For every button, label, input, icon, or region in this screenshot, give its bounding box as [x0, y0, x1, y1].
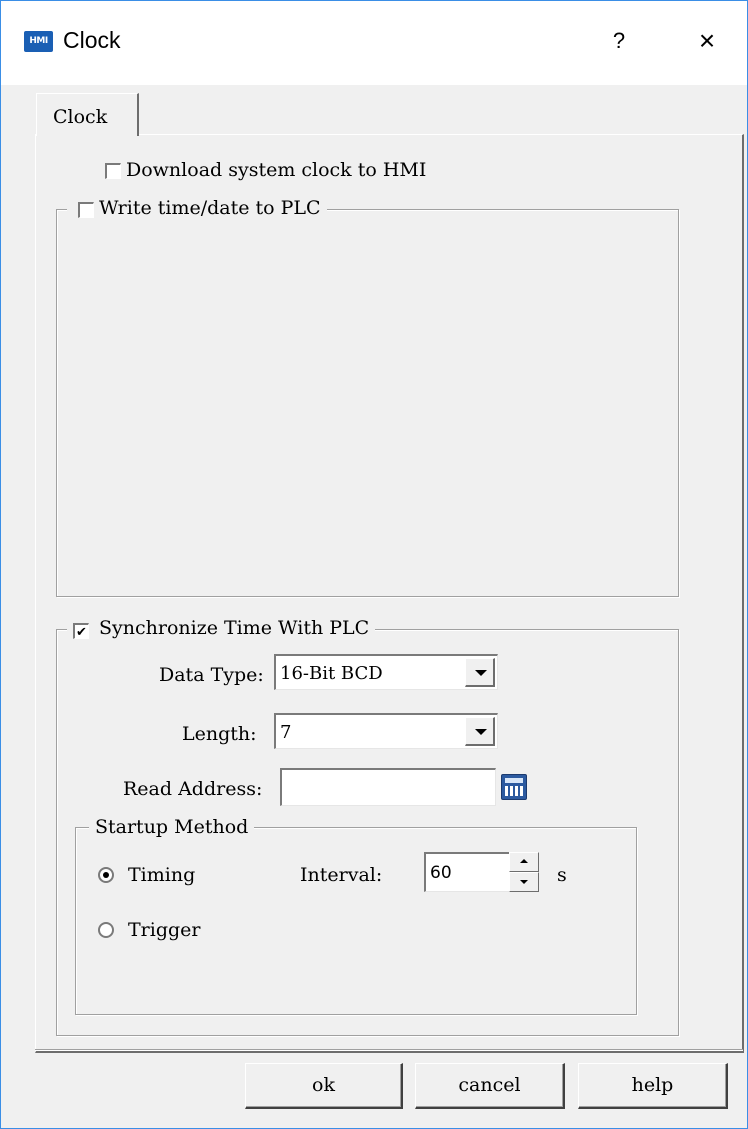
tab-label: Clock: [53, 106, 108, 128]
bottom-separator: [35, 1049, 743, 1051]
tab-clock[interactable]: Clock: [36, 93, 139, 136]
write-time-group: [56, 209, 679, 597]
hmi-app-icon: HMI: [24, 31, 53, 52]
length-value: 7: [280, 722, 292, 743]
trigger-label[interactable]: Trigger: [128, 919, 200, 941]
spin-up-icon[interactable]: [509, 852, 539, 872]
data-type-select[interactable]: 16-Bit BCD: [274, 654, 498, 690]
interval-input[interactable]: 60: [424, 852, 510, 892]
data-type-value: 16-Bit BCD: [280, 663, 383, 684]
write-time-legend: Write time/date to PLC: [67, 197, 327, 219]
title-bar[interactable]: HMI Clock ? ×: [1, 1, 747, 85]
download-clock-label[interactable]: Download system clock to HMI: [126, 159, 426, 181]
sync-time-label[interactable]: Synchronize Time With PLC: [99, 617, 369, 639]
cancel-button[interactable]: cancel: [415, 1063, 565, 1109]
help-button[interactable]: help: [578, 1063, 728, 1109]
write-time-checkbox[interactable]: [78, 202, 94, 218]
clock-dialog: HMI Clock ? × Clock Download system cloc…: [0, 0, 748, 1129]
timing-radio[interactable]: [98, 867, 114, 883]
data-type-label: Data Type:: [159, 664, 264, 686]
ok-button[interactable]: ok: [245, 1063, 403, 1109]
sync-time-legend: Synchronize Time With PLC: [67, 617, 376, 639]
startup-method-legend: Startup Method: [89, 816, 255, 838]
download-clock-checkbox[interactable]: [105, 163, 121, 179]
timing-label[interactable]: Timing: [128, 864, 195, 886]
length-select[interactable]: 7: [274, 713, 498, 749]
read-address-label: Read Address:: [123, 778, 263, 800]
write-time-label[interactable]: Write time/date to PLC: [99, 197, 321, 219]
calculator-icon[interactable]: [501, 774, 527, 800]
interval-spinner[interactable]: [509, 852, 539, 892]
spin-down-icon[interactable]: [509, 872, 539, 892]
close-button[interactable]: ×: [685, 21, 729, 61]
window-title: Clock: [63, 27, 121, 53]
chevron-down-icon[interactable]: [465, 717, 495, 746]
chevron-down-icon[interactable]: [465, 658, 495, 687]
trigger-radio[interactable]: [98, 922, 114, 938]
interval-unit: s: [557, 864, 567, 886]
help-question-button[interactable]: ?: [599, 23, 639, 59]
interval-label: Interval:: [300, 864, 383, 886]
sync-time-checkbox[interactable]: [73, 623, 89, 639]
read-address-input[interactable]: [280, 768, 496, 806]
interval-value: 60: [430, 863, 452, 883]
length-label: Length:: [182, 723, 257, 745]
